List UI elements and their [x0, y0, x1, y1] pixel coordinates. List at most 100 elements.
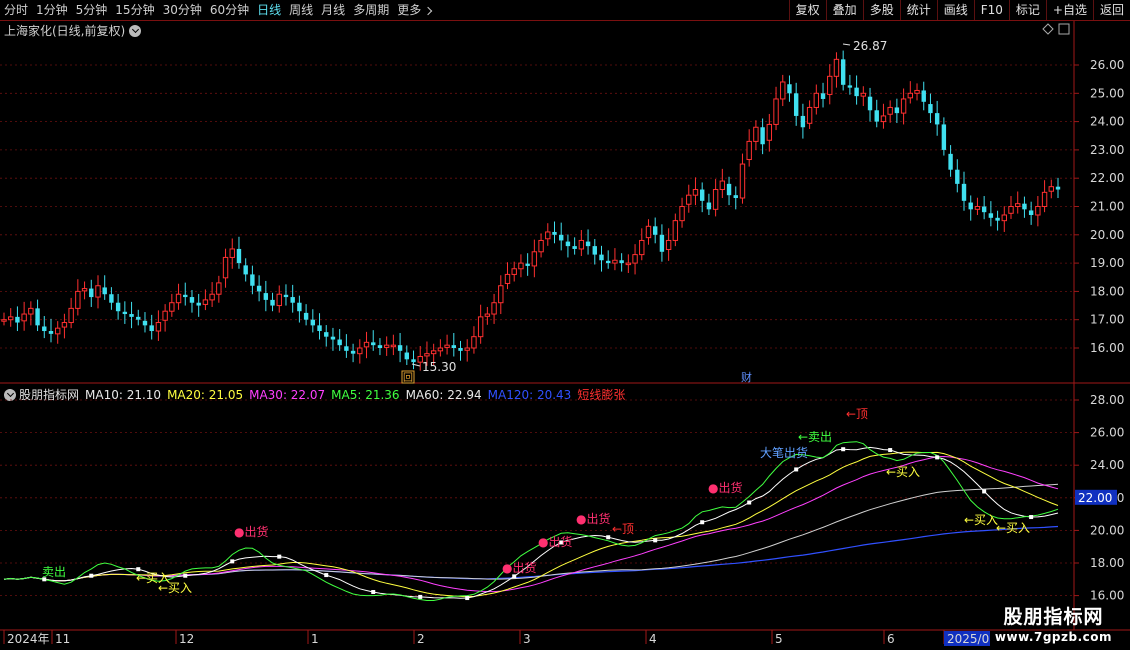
- high-arrow: [842, 43, 851, 46]
- candle-body: [753, 126, 759, 142]
- toolbar-button-6[interactable]: 标记: [1008, 0, 1046, 20]
- main-y-tick-label: 26.00: [1090, 58, 1124, 72]
- period-tab-2[interactable]: 5分钟: [72, 0, 112, 20]
- title-dropdown-icon[interactable]: [129, 24, 142, 37]
- ma10-marker: [982, 489, 987, 494]
- candle-body: [559, 234, 564, 241]
- toolbar-button-5[interactable]: F10: [973, 0, 1009, 20]
- low-price-label: 15.30: [422, 360, 456, 374]
- candle-body: [787, 84, 792, 94]
- period-tab-7[interactable]: 周线: [285, 0, 317, 20]
- main-y-tick-label: 23.00: [1090, 143, 1124, 157]
- candle-body: [404, 352, 410, 360]
- ma10-marker: [183, 573, 188, 578]
- candle-body: [383, 344, 390, 348]
- candle-body: [733, 195, 738, 199]
- signal-label-9: 大笔出货: [760, 445, 808, 460]
- main-y-tick-label: 18.00: [1090, 284, 1124, 298]
- period-tab-0[interactable]: 分时: [0, 0, 32, 20]
- period-tab-6[interactable]: 日线: [253, 0, 285, 20]
- indicator-name[interactable]: 股朋指标网: [19, 386, 79, 403]
- main-chart-title: 上海家化(日线,前复权): [4, 22, 142, 39]
- candle-body: [458, 348, 463, 351]
- toolbar-button-3[interactable]: 统计: [899, 0, 937, 20]
- x-axis-label: 5: [775, 632, 783, 646]
- candle-body: [155, 322, 162, 332]
- indicator-value-3: MA5: 21.36: [331, 387, 400, 402]
- candle-body: [699, 189, 705, 201]
- candle-body: [243, 265, 248, 275]
- candle-body: [934, 113, 940, 125]
- candle-body: [793, 93, 799, 116]
- ind-y-tick-label: 22.00: [1090, 491, 1124, 505]
- candle-body: [599, 254, 604, 261]
- indicator-dropdown-icon[interactable]: [4, 388, 16, 401]
- candle-body: [89, 288, 94, 298]
- candle-body: [813, 92, 820, 108]
- candle-body: [109, 294, 114, 303]
- candle-body: [256, 285, 262, 292]
- ma5-line: [3, 441, 1059, 601]
- signal-label-5: ●出货: [538, 534, 572, 549]
- candle-body: [216, 282, 222, 295]
- toolbar-button-0[interactable]: 复权: [788, 0, 826, 20]
- main-y-tick-label: 20.00: [1090, 228, 1124, 242]
- candle-body: [860, 92, 867, 97]
- candle-body: [283, 294, 289, 298]
- period-tab-10[interactable]: 更多: [393, 0, 435, 20]
- toolbar-button-7[interactable]: +自选: [1045, 0, 1093, 20]
- period-tab-5[interactable]: 60分钟: [206, 0, 253, 20]
- ma10-marker: [888, 448, 893, 453]
- candle-body: [712, 189, 719, 210]
- ma10-marker: [700, 520, 705, 525]
- candle-body: [350, 350, 356, 354]
- indicator-value-1: MA20: 21.05: [167, 387, 244, 402]
- signal-label-8: ●出货: [708, 480, 742, 495]
- main-y-tick-label: 21.00: [1090, 200, 1124, 214]
- candle-body: [847, 85, 853, 88]
- candle-body: [377, 345, 383, 348]
- candle-body: [1001, 214, 1007, 222]
- candle-body: [746, 140, 752, 161]
- candle-body: [619, 260, 624, 264]
- stock-title: 上海家化(日线,前复权): [4, 24, 126, 38]
- signal-label-7: ←顶: [612, 522, 634, 536]
- x-axis-label: 1: [311, 632, 319, 646]
- period-tab-8[interactable]: 月线: [317, 0, 349, 20]
- candle-body: [464, 347, 470, 351]
- candle-body: [974, 206, 981, 210]
- ind-y-tick-label: 20.00: [1090, 523, 1124, 537]
- candle-body: [854, 87, 859, 97]
- candle-body: [880, 115, 887, 123]
- candle-body: [202, 299, 209, 305]
- candle-body: [250, 274, 255, 286]
- toolbar-button-2[interactable]: 多股: [862, 0, 900, 20]
- toolbar-button-8[interactable]: 返回: [1092, 0, 1130, 20]
- candle-body: [149, 325, 154, 332]
- toolbar-button-4[interactable]: 画线: [936, 0, 974, 20]
- indicator-value-6: 短线膨张: [577, 388, 626, 402]
- candle-body: [511, 268, 517, 275]
- candle-body: [451, 345, 456, 348]
- toolbar-button-1[interactable]: 叠加: [825, 0, 863, 20]
- candle-body: [15, 316, 20, 323]
- candle-body: [297, 302, 302, 312]
- candle-body: [136, 316, 141, 320]
- ma10-marker: [324, 573, 329, 578]
- period-tab-1[interactable]: 1分钟: [32, 0, 72, 20]
- period-tab-3[interactable]: 15分钟: [111, 0, 158, 20]
- period-tab-9[interactable]: 多周期: [349, 0, 393, 20]
- candle-body: [35, 308, 40, 326]
- ma10-marker: [935, 455, 940, 460]
- candle-body: [800, 115, 806, 128]
- candle-body: [914, 89, 920, 94]
- candle-body: [61, 322, 68, 328]
- chart-canvas: 26.00 25.00 24.00 23.00 22.00 21.00 20.00 19.00…: [0, 21, 1130, 646]
- candle-body: [129, 314, 134, 317]
- ind-y-tick-label: 16.00: [1090, 589, 1124, 603]
- ma10-marker: [1029, 515, 1034, 520]
- candle-body: [330, 336, 336, 340]
- period-tab-4[interactable]: 30分钟: [159, 0, 206, 20]
- candle-body: [28, 307, 34, 315]
- candle-body: [162, 310, 168, 321]
